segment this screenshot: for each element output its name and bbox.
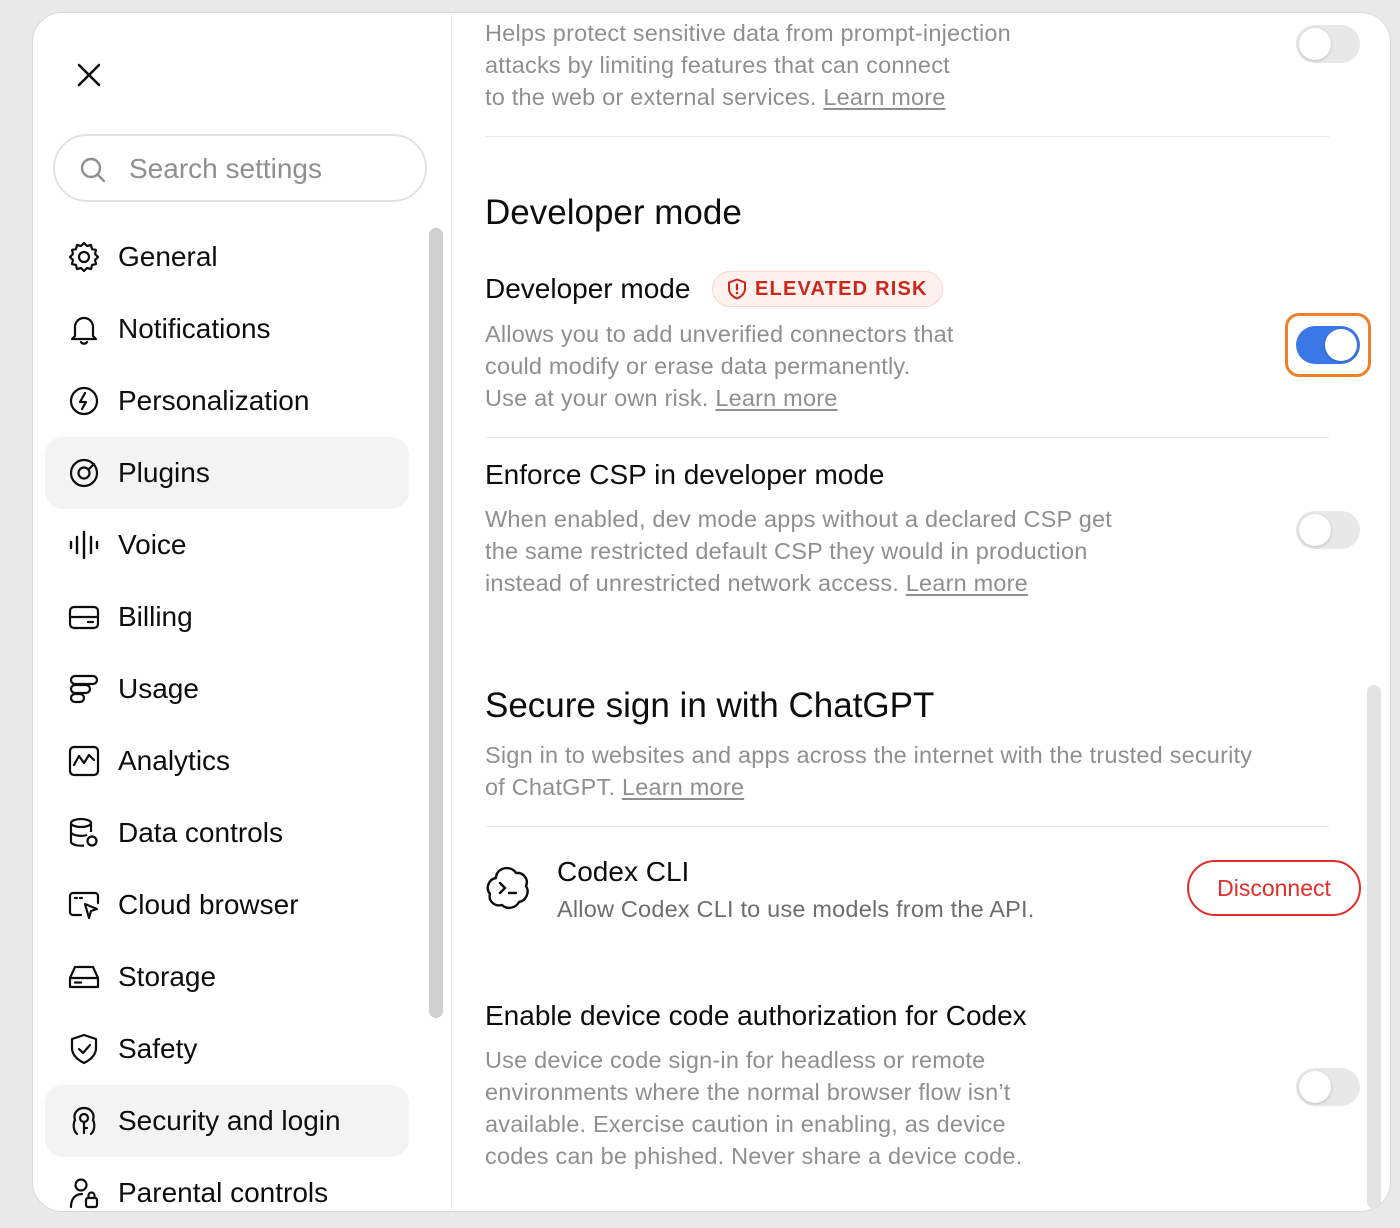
- desc-line: When enabled, dev mode apps without a de…: [485, 506, 1112, 532]
- gear-icon: [68, 241, 100, 273]
- sidebar-item-label: Plugins: [118, 457, 210, 488]
- divider: [485, 826, 1329, 827]
- learn-more-link[interactable]: Learn more: [906, 570, 1028, 596]
- plugins-icon: [69, 458, 99, 488]
- cloud-browser-icon: [68, 891, 100, 920]
- enforce-csp-title: Enforce CSP in developer mode: [485, 459, 885, 490]
- close-button[interactable]: [71, 57, 107, 93]
- secure-sign-in-description: Sign in to websites and apps across the …: [485, 739, 1252, 803]
- sidebar-scrollbar[interactable]: [429, 228, 443, 1018]
- codex-cli-description: Allow Codex CLI to use models from the A…: [557, 896, 1035, 922]
- sidebar-item-personalization[interactable]: Personalization: [45, 365, 409, 437]
- desc-line: Use at your own risk.: [485, 385, 709, 411]
- sidebar-item-analytics[interactable]: Analytics: [45, 725, 409, 797]
- sidebar-item-label: General: [118, 241, 218, 272]
- sidebar-item-parental-controls[interactable]: Parental controls: [45, 1157, 409, 1211]
- toggle-knob: [1299, 28, 1331, 60]
- settings-content: Helps protect sensitive data from prompt…: [485, 13, 1385, 1211]
- developer-mode-description: Allows you to add unverified connectors …: [485, 318, 954, 414]
- close-icon: [77, 63, 101, 87]
- desc-line: codes can be phished. Never share a devi…: [485, 1143, 1023, 1169]
- desc-line: Helps protect sensitive data from prompt…: [485, 20, 1011, 46]
- storage-icon: [68, 965, 100, 989]
- shield-check-icon: [70, 1033, 98, 1065]
- voice-icon: [69, 530, 99, 560]
- sidebar-item-label: Storage: [118, 961, 217, 992]
- sidebar-item-cloud-browser[interactable]: Cloud browser: [45, 869, 409, 941]
- sidebar-item-label: Voice: [118, 529, 187, 560]
- enforce-csp-toggle[interactable]: [1296, 511, 1360, 549]
- sidebar-item-voice[interactable]: Voice: [45, 509, 409, 581]
- learn-more-link[interactable]: Learn more: [823, 84, 945, 110]
- desc-line: to the web or external services.: [485, 84, 817, 110]
- desc-line: Use device code sign-in for headless or …: [485, 1047, 986, 1073]
- toggle-knob: [1299, 514, 1331, 546]
- sidebar-item-label: Security and login: [118, 1105, 341, 1136]
- search-icon: [80, 157, 106, 183]
- prompt-injection-toggle[interactable]: [1296, 25, 1360, 63]
- device-code-title: Enable device code authorization for Cod…: [485, 1000, 1027, 1031]
- divider: [485, 437, 1329, 438]
- developer-mode-title: Developer mode: [485, 273, 691, 304]
- desc-line: could modify or erase data permanently.: [485, 353, 911, 379]
- desc-line: Sign in to websites and apps across the …: [485, 742, 1253, 768]
- badge-label: ELEVATED RISK: [755, 277, 928, 300]
- sidebar-item-label: Data controls: [118, 817, 283, 848]
- settings-sidebar: General Notifications Personalization: [33, 13, 452, 1211]
- prompt-injection-description: Helps protect sensitive data from prompt…: [485, 17, 1011, 113]
- learn-more-link[interactable]: Learn more: [715, 385, 837, 411]
- divider: [485, 136, 1329, 137]
- codex-icon: [486, 866, 529, 910]
- sidebar-item-plugins[interactable]: Plugins: [45, 437, 409, 509]
- sidebar-item-safety[interactable]: Safety: [45, 1013, 409, 1085]
- credit-card-icon: [68, 605, 100, 630]
- sidebar-item-usage[interactable]: Usage: [45, 653, 409, 725]
- parental-controls-icon: [69, 1178, 99, 1209]
- sidebar-item-data-controls[interactable]: Data controls: [45, 797, 409, 869]
- security-login-icon: [72, 1106, 96, 1136]
- content-scrollbar[interactable]: [1367, 685, 1381, 1209]
- desc-line: available. Exercise caution in enabling,…: [485, 1111, 1006, 1137]
- search-input[interactable]: [127, 136, 411, 202]
- section-title-secure-sign-in: Secure sign in with ChatGPT: [485, 686, 935, 725]
- desc-line: instead of unrestricted network access.: [485, 570, 900, 596]
- desc-line: Allows you to add unverified connectors …: [485, 321, 954, 347]
- bell-icon: [70, 316, 98, 345]
- desc-line: of ChatGPT.: [485, 774, 616, 800]
- sidebar-item-billing[interactable]: Billing: [45, 581, 409, 653]
- sidebar-item-label: Personalization: [118, 385, 310, 416]
- toggle-knob: [1299, 1071, 1331, 1103]
- search-box[interactable]: [53, 134, 427, 202]
- learn-more-link[interactable]: Learn more: [622, 774, 744, 800]
- desc-line: environments where the normal browser fl…: [485, 1079, 1011, 1105]
- settings-window: General Notifications Personalization: [32, 12, 1391, 1212]
- sidebar-item-label: Cloud browser: [118, 889, 299, 920]
- desc-line: the same restricted default CSP they wou…: [485, 538, 1088, 564]
- database-gear-icon: [69, 817, 98, 847]
- sidebar-item-storage[interactable]: Storage: [45, 941, 409, 1013]
- sidebar-item-label: Billing: [118, 601, 193, 632]
- sidebar-item-label: Safety: [118, 1033, 198, 1064]
- elevated-risk-badge: ELEVATED RISK: [712, 271, 943, 307]
- sidebar-item-label: Notifications: [118, 313, 271, 344]
- shield-alert-icon: [728, 278, 746, 300]
- sidebar-item-notifications[interactable]: Notifications: [45, 293, 409, 365]
- developer-mode-toggle[interactable]: [1296, 326, 1360, 364]
- enforce-csp-description: When enabled, dev mode apps without a de…: [485, 503, 1112, 599]
- personalization-icon: [69, 386, 99, 416]
- sidebar-item-label: Parental controls: [118, 1177, 329, 1208]
- device-code-toggle[interactable]: [1296, 1068, 1360, 1106]
- sidebar-item-general[interactable]: General: [45, 221, 409, 293]
- analytics-icon: [68, 745, 100, 777]
- toggle-knob: [1325, 329, 1357, 361]
- codex-cli-title: Codex CLI: [557, 856, 690, 887]
- section-title-developer-mode: Developer mode: [485, 193, 742, 232]
- device-code-description: Use device code sign-in for headless or …: [485, 1044, 1022, 1172]
- sidebar-item-label: Analytics: [118, 745, 231, 776]
- usage-icon: [69, 674, 99, 704]
- desc-line: attacks by limiting features that can co…: [485, 52, 950, 78]
- disconnect-button[interactable]: Disconnect: [1187, 860, 1361, 916]
- sidebar-item-label: Usage: [118, 673, 199, 704]
- sidebar-item-security-and-login[interactable]: Security and login: [45, 1085, 409, 1157]
